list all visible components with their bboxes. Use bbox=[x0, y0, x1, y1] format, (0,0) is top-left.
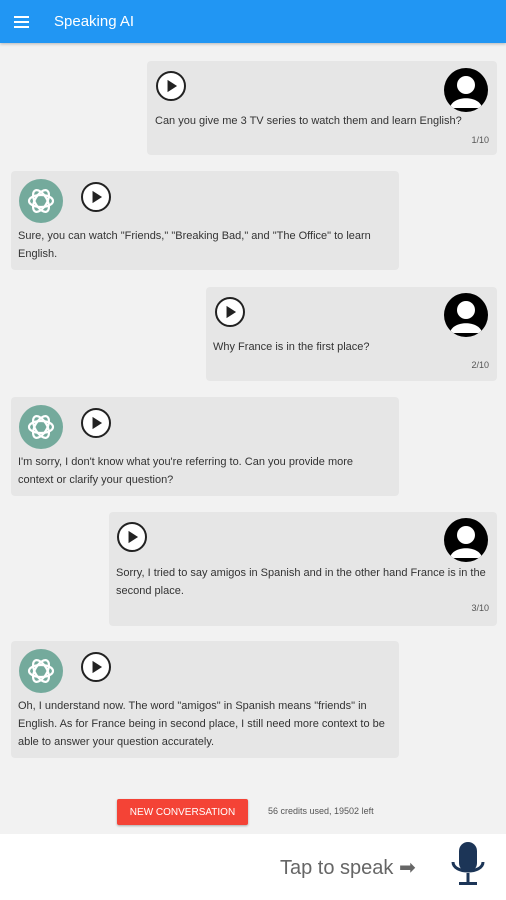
assistant-message: Sure, you can watch "Friends," "Breaking… bbox=[11, 171, 399, 270]
play-icon[interactable] bbox=[117, 522, 147, 552]
play-icon[interactable] bbox=[156, 71, 186, 101]
user-message: Can you give me 3 TV series to watch the… bbox=[147, 61, 497, 155]
new-conversation-button[interactable]: NEW CONVERSATION bbox=[117, 799, 248, 825]
assistant-message: I'm sorry, I don't know what you're refe… bbox=[11, 397, 399, 496]
message-counter: 1/10 bbox=[471, 135, 489, 145]
app-title: Speaking AI bbox=[54, 13, 135, 30]
bottom-bar bbox=[0, 834, 506, 900]
message-text: Oh, I understand now. The word "amigos" … bbox=[18, 700, 385, 748]
user-message: Why France is in the first place? 2/10 bbox=[206, 287, 497, 381]
play-icon[interactable] bbox=[81, 182, 111, 212]
chatgpt-logo-icon bbox=[19, 405, 63, 449]
message-counter: 3/10 bbox=[471, 603, 489, 613]
play-icon[interactable] bbox=[215, 297, 245, 327]
assistant-message: Oh, I understand now. The word "amigos" … bbox=[11, 641, 399, 758]
message-counter: 2/10 bbox=[471, 360, 489, 370]
play-icon[interactable] bbox=[81, 652, 111, 682]
tap-to-speak-label[interactable]: Tap to speak ➡ bbox=[280, 855, 416, 880]
message-text: Can you give me 3 TV series to watch the… bbox=[155, 115, 462, 127]
message-text: Sure, you can watch "Friends," "Breaking… bbox=[18, 230, 371, 260]
user-avatar-icon bbox=[444, 518, 488, 562]
microphone-icon[interactable] bbox=[448, 840, 488, 890]
user-avatar-icon bbox=[444, 293, 488, 337]
user-message: Sorry, I tried to say amigos in Spanish … bbox=[109, 512, 497, 626]
app-bar: Speaking AI bbox=[0, 0, 506, 43]
chatgpt-logo-icon bbox=[19, 179, 63, 223]
message-text: I'm sorry, I don't know what you're refe… bbox=[18, 456, 354, 486]
message-text: Sorry, I tried to say amigos in Spanish … bbox=[116, 567, 486, 597]
message-text: Why France is in the first place? bbox=[213, 341, 370, 353]
chatgpt-logo-icon bbox=[19, 649, 63, 693]
menu-icon[interactable] bbox=[14, 0, 34, 43]
user-avatar-icon bbox=[444, 68, 488, 112]
play-icon[interactable] bbox=[81, 408, 111, 438]
credits-status: 56 credits used, 19502 left bbox=[268, 806, 374, 816]
